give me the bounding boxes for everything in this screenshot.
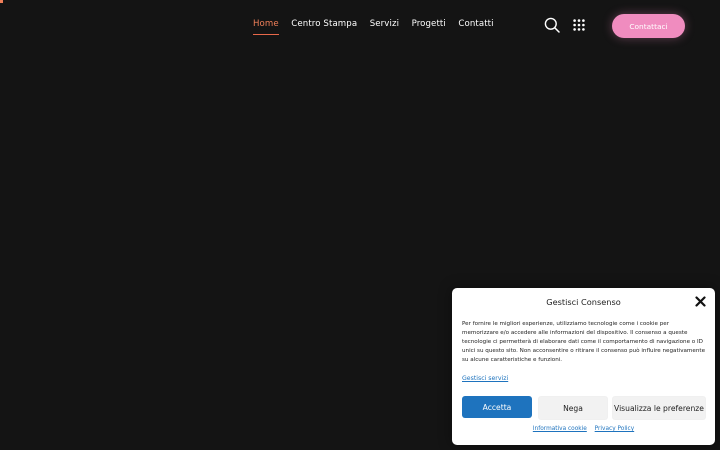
cookie-consent-dialog: Gestisci Consenso Per fornire le miglior… — [452, 288, 715, 445]
nav-item-centro-stampa[interactable]: Centro Stampa — [291, 19, 357, 35]
privacy-policy-link[interactable]: Privacy Policy — [595, 426, 635, 432]
consent-policy-links: Informativa cookie Privacy Policy — [452, 426, 715, 432]
nav-item-contatti[interactable]: Contatti — [458, 19, 493, 35]
contact-button[interactable]: Contattaci — [612, 14, 685, 38]
nav-item-home[interactable]: Home — [253, 19, 279, 36]
view-preferences-button[interactable]: Visualizza le preferenze — [612, 396, 706, 420]
consent-message: Per fornire le migliori esperienze, util… — [462, 321, 706, 363]
grid-menu-icon[interactable] — [573, 19, 585, 31]
corner-accent — [0, 0, 3, 3]
nav-item-servizi[interactable]: Servizi — [370, 19, 399, 35]
accept-button[interactable]: Accetta — [462, 396, 532, 418]
close-icon[interactable] — [695, 296, 706, 307]
page: Home Centro Stampa Servizi Progetti Cont… — [0, 0, 720, 450]
manage-services-link[interactable]: Gestisci servizi — [462, 375, 508, 382]
deny-button[interactable]: Nega — [538, 396, 608, 420]
search-icon[interactable] — [544, 17, 560, 33]
consent-title: Gestisci Consenso — [546, 297, 621, 307]
nav-item-progetti[interactable]: Progetti — [412, 19, 446, 35]
main-nav: Home Centro Stampa Servizi Progetti Cont… — [253, 19, 506, 36]
cookie-policy-link[interactable]: Informativa cookie — [533, 426, 587, 432]
